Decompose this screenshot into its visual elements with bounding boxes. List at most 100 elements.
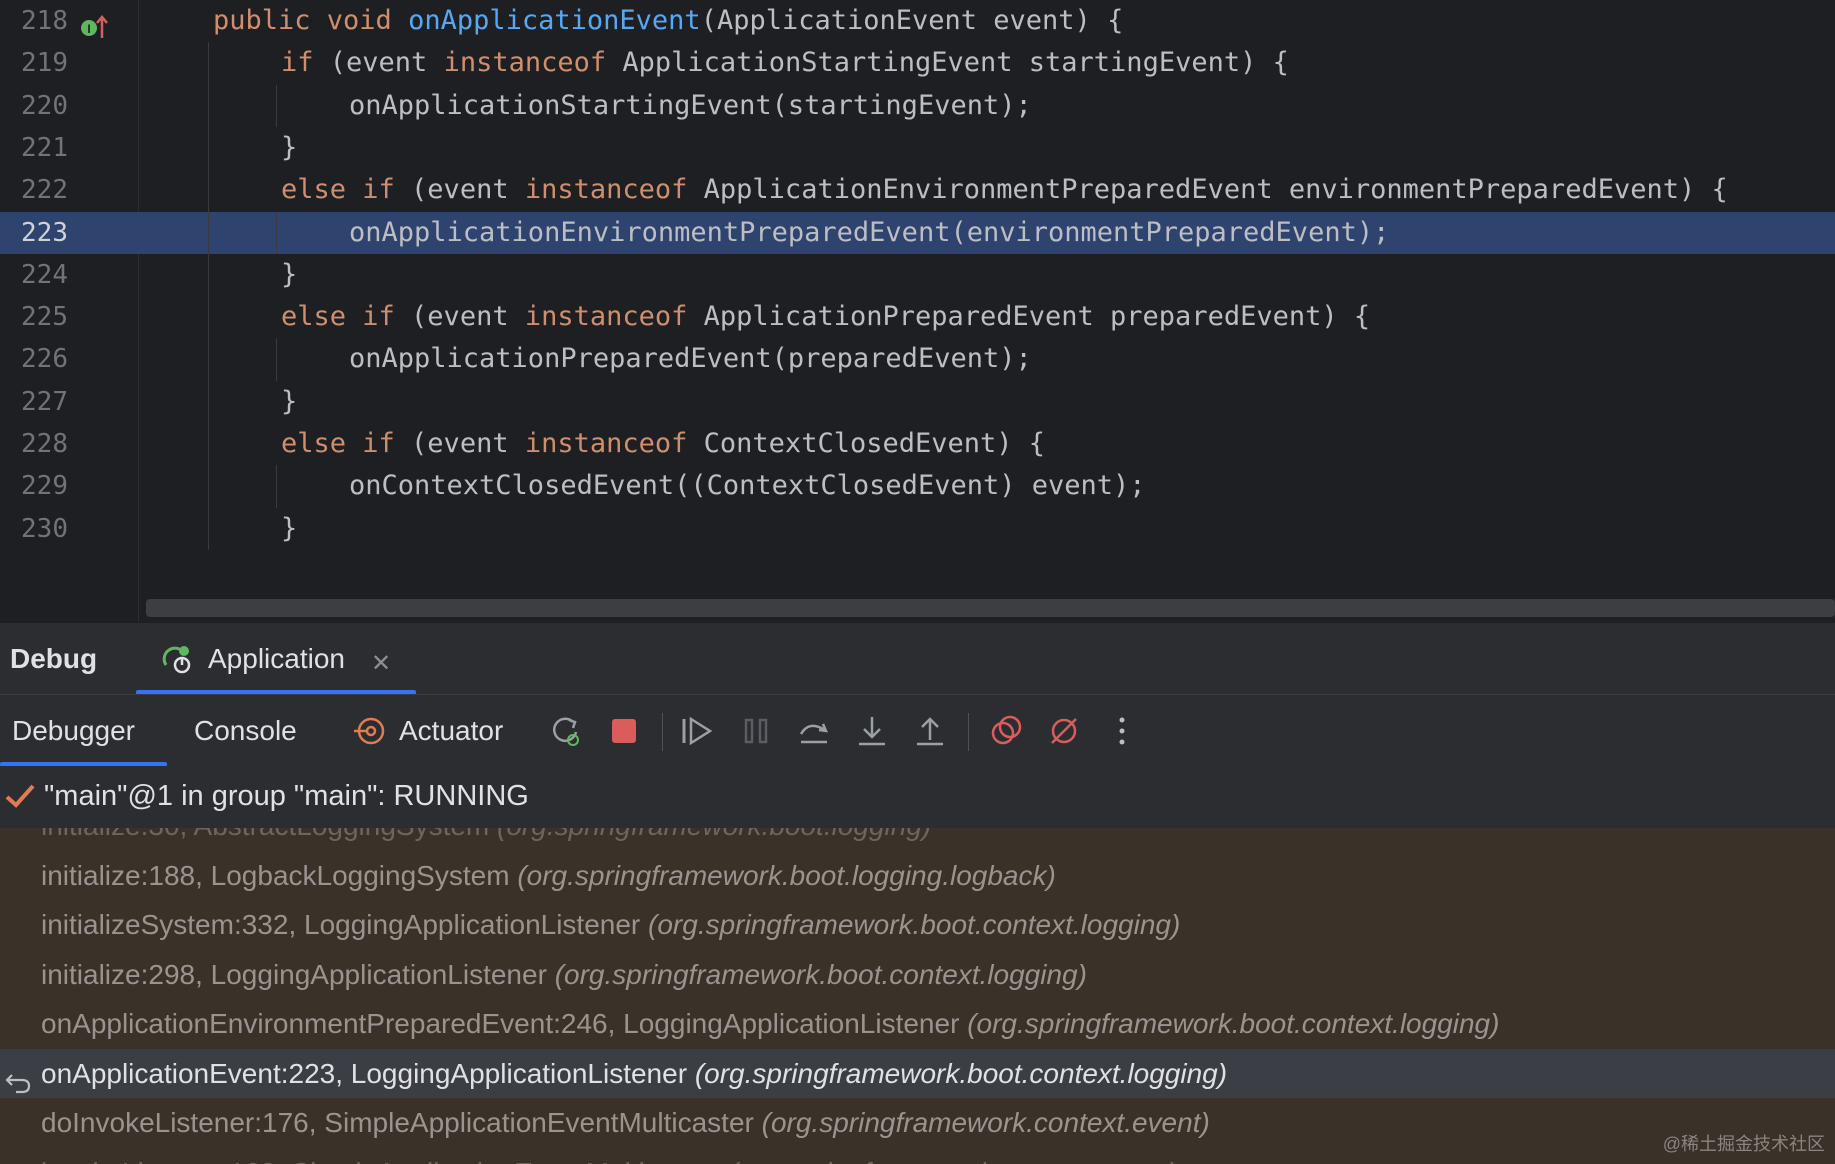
- stack-frame[interactable]: doInvokeListener:176, SimpleApplicationE…: [0, 1098, 1835, 1148]
- stack-frame[interactable]: initialize:188, LogbackLoggingSystem (or…: [0, 851, 1835, 901]
- code-token: ApplicationStartingEvent startingEvent) …: [622, 47, 1289, 79]
- code-text: onApplicationStartingEvent(startingEvent…: [349, 85, 1032, 127]
- code-line[interactable]: 224}: [0, 254, 1835, 296]
- more-icon[interactable]: [1102, 711, 1142, 751]
- step-over-icon[interactable]: [794, 711, 834, 751]
- frames-list[interactable]: initialize:30, AbstractLoggingSystem (or…: [0, 828, 1835, 1164]
- run-config-tab-application[interactable]: Application ✕: [136, 623, 416, 695]
- horizontal-scrollbar[interactable]: [146, 599, 1835, 617]
- line-number[interactable]: 218: [0, 0, 68, 42]
- keyword-token: instanceof: [524, 301, 704, 333]
- watermark: @稀土掘金技术社区: [1662, 1134, 1825, 1154]
- keyword-token: else if: [281, 174, 412, 206]
- stack-frame[interactable]: initialize:298, LoggingApplicationListen…: [0, 950, 1835, 1000]
- code-line[interactable]: 225 else if (event instanceof Application…: [0, 296, 1835, 338]
- actuator-icon: [350, 711, 390, 751]
- tab-actuator[interactable]: Actuator: [399, 715, 503, 747]
- code-text: public void onApplicationEvent(Applicati…: [213, 0, 1123, 42]
- debugger-toolbar: Debugger Console Actuator: [0, 694, 1835, 768]
- code-line[interactable]: 219 if (event instanceof ApplicationStart…: [0, 42, 1835, 84]
- stack-frame[interactable]: onApplicationEvent:223, LoggingApplicati…: [0, 1048, 1835, 1098]
- code-text: }: [281, 254, 297, 296]
- line-number[interactable]: 224: [0, 254, 68, 296]
- code-text: onApplicationEnvironmentPreparedEvent(en…: [349, 212, 1389, 254]
- step-out-icon[interactable]: [910, 711, 950, 751]
- code-line[interactable]: 227}: [0, 381, 1835, 423]
- frame-package: (org.springframework.boot.context.loggin…: [967, 1008, 1500, 1039]
- stack-frame[interactable]: onApplicationEnvironmentPreparedEvent:24…: [0, 999, 1835, 1049]
- stack-frame[interactable]: initialize:30, AbstractLoggingSystem (or…: [0, 828, 1835, 851]
- run-config-tab-label: Application: [208, 643, 345, 674]
- keyword-token: if: [281, 47, 330, 79]
- code-token: }: [281, 258, 298, 290]
- pause-icon[interactable]: [736, 711, 776, 751]
- code-line[interactable]: 221}: [0, 127, 1835, 169]
- line-number[interactable]: 226: [0, 338, 68, 380]
- stack-frame[interactable]: initializeSystem:332, LoggingApplication…: [0, 900, 1835, 950]
- code-token: (event: [329, 47, 444, 79]
- code-text: else if (event instanceof ApplicationPre…: [281, 296, 1370, 338]
- line-number[interactable]: 223: [0, 212, 68, 254]
- code-token: onApplicationEnvironmentPreparedEvent(en…: [349, 216, 1390, 248]
- thread-label: "main"@1 in group "main": RUNNING: [44, 780, 529, 812]
- frame-package: (org.springframework.context.event): [729, 1157, 1177, 1164]
- frame-method: initialize:298, LoggingApplicationListen…: [41, 958, 555, 990]
- line-number[interactable]: 221: [0, 127, 68, 169]
- code-token: ApplicationPreparedEvent preparedEvent) …: [703, 301, 1371, 333]
- code-token: }: [281, 131, 298, 163]
- line-number[interactable]: 227: [0, 381, 68, 423]
- code-line[interactable]: 222 else if (event instanceof Application…: [0, 169, 1835, 211]
- frame-method: onApplicationEnvironmentPreparedEvent:24…: [41, 1008, 968, 1039]
- frame-method: initialize:30, AbstractLoggingSystem: [0, 828, 497, 841]
- tab-debugger[interactable]: Debugger: [12, 715, 135, 747]
- code-line[interactable]: 218 public void onApplicationEvent(Applic…: [0, 0, 1835, 42]
- keyword-token: instanceof: [524, 174, 704, 206]
- code-token: (event: [411, 174, 525, 206]
- frame-package: (org.springframework.boot.context.loggin…: [694, 1057, 1228, 1089]
- code-token: onApplicationStartingEvent(startingEvent…: [349, 89, 1032, 121]
- code-token: (ApplicationEvent event) {: [700, 5, 1124, 36]
- resume-icon[interactable]: [678, 711, 718, 751]
- indent-guide: [276, 338, 277, 381]
- spring-boot-debug-icon: [162, 643, 198, 680]
- frame-method: doInvokeListener:176, SimpleApplicationE…: [41, 1107, 762, 1138]
- code-line[interactable]: 228 else if (event instanceof ContextClos…: [0, 423, 1835, 465]
- debug-tool-window-header: Debug Application ✕: [0, 622, 1835, 695]
- code-token: }: [281, 512, 298, 544]
- line-number[interactable]: 230: [0, 508, 68, 550]
- stop-icon[interactable]: [604, 711, 644, 751]
- thread-selector[interactable]: "main"@1 in group "main": RUNNING: [0, 766, 1835, 829]
- line-number[interactable]: 219: [0, 42, 68, 84]
- line-number[interactable]: 229: [0, 465, 68, 507]
- code-text: }: [281, 127, 297, 169]
- indent-guide: [276, 211, 277, 254]
- code-token: ContextClosedEvent) {: [703, 428, 1046, 459]
- code-editor[interactable]: I 218 public void onApplicationEvent(Appl…: [0, 0, 1835, 622]
- code-token: onApplicationPreparedEvent(preparedEvent…: [349, 343, 1032, 375]
- line-number[interactable]: 222: [0, 169, 68, 211]
- code-text: if (event instanceof ApplicationStarting…: [281, 42, 1289, 84]
- code-token: ApplicationEnvironmentPreparedEvent envi…: [703, 174, 1728, 206]
- frame-package: (org.springframework.boot.logging): [497, 828, 931, 841]
- toolbar-separator: [662, 713, 663, 751]
- line-number[interactable]: 228: [0, 423, 68, 465]
- code-token: (event: [411, 301, 525, 333]
- frame-package: (org.springframework.boot.context.loggin…: [648, 909, 1181, 940]
- stack-frame[interactable]: invokeListener:169, SimpleApplicationEve…: [0, 1148, 1835, 1164]
- code-text: else if (event instanceof ApplicationEnv…: [281, 169, 1728, 211]
- line-number[interactable]: 220: [0, 85, 68, 127]
- mute-breakpoints-icon[interactable]: [1044, 711, 1084, 751]
- code-line[interactable]: 230}: [0, 508, 1835, 550]
- line-number[interactable]: 225: [0, 296, 68, 338]
- rerun-icon[interactable]: [546, 711, 586, 751]
- code-token: }: [281, 385, 298, 417]
- keyword-token: instanceof: [524, 428, 704, 459]
- step-into-icon[interactable]: [852, 711, 892, 751]
- tab-console[interactable]: Console: [194, 715, 297, 747]
- keyword-token: else if: [281, 301, 412, 333]
- keyword-token: instanceof: [443, 47, 623, 79]
- close-icon[interactable]: ✕: [371, 649, 391, 678]
- view-breakpoints-icon[interactable]: [986, 711, 1026, 751]
- frame-method: initialize:188, LogbackLoggingSystem: [41, 859, 518, 891]
- code-text: onContextClosedEvent((ContextClosedEvent…: [349, 465, 1146, 507]
